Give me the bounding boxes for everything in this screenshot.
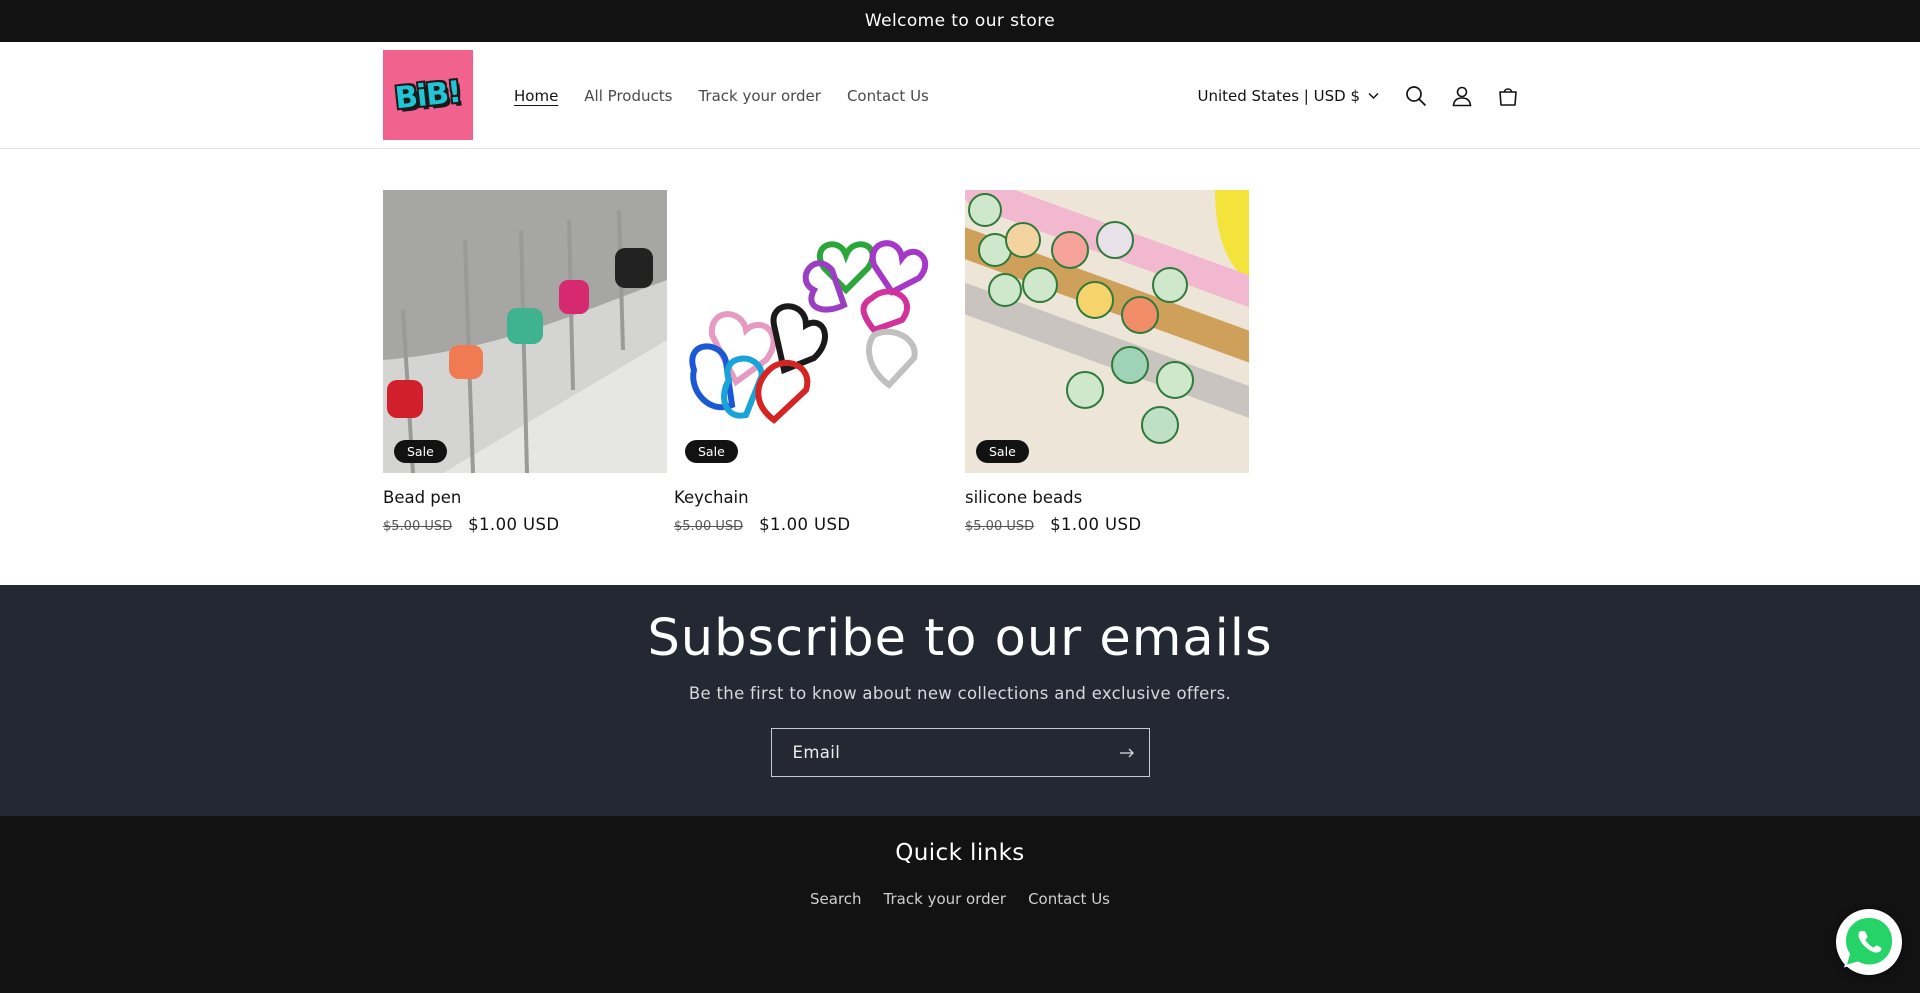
main-nav: Home All Products Track your order Conta…	[514, 42, 929, 149]
product-price: $5.00 USD $1.00 USD	[965, 515, 1249, 534]
sale-badge: Sale	[394, 440, 447, 463]
cart-icon	[1499, 87, 1517, 106]
regular-price: $5.00 USD	[965, 519, 1035, 534]
sale-price: $1.00 USD	[1050, 515, 1142, 534]
site-header: BiB! Home All Products Track your order …	[0, 42, 1920, 149]
footer-link-contact-us[interactable]: Contact Us	[1028, 890, 1110, 908]
product-card-bead-pen[interactable]: Sale Bead pen $5.00 USD $1.00 USD	[383, 190, 667, 534]
footer-title: Quick links	[895, 840, 1025, 866]
nav-contact-us[interactable]: Contact Us	[847, 87, 929, 105]
product-card-silicone-beads[interactable]: Sale silicone beads $5.00 USD $1.00 USD	[965, 190, 1249, 534]
account-button[interactable]	[1439, 73, 1485, 119]
product-price: $5.00 USD $1.00 USD	[674, 515, 958, 534]
product-grid: Sale Bead pen $5.00 USD $1.00 USD Sale K…	[383, 190, 1249, 534]
sale-price: $1.00 USD	[759, 515, 851, 534]
newsletter-section: Subscribe to our emails Be the first to …	[0, 585, 1920, 816]
subscribe-button[interactable]	[1118, 744, 1136, 762]
product-title[interactable]: silicone beads	[965, 488, 1249, 507]
keychain-photo	[674, 190, 958, 473]
store-logo[interactable]: BiB!	[383, 50, 473, 140]
chevron-down-icon	[1368, 92, 1379, 99]
nav-home[interactable]: Home	[514, 87, 558, 105]
product-title[interactable]: Keychain	[674, 488, 958, 507]
nav-track-order[interactable]: Track your order	[698, 87, 821, 105]
site-footer: Quick links Search Track your order Cont…	[0, 816, 1920, 993]
email-placeholder: Email	[792, 743, 841, 762]
email-field[interactable]: Email	[770, 728, 1150, 777]
sale-badge: Sale	[976, 440, 1029, 463]
newsletter-title: Subscribe to our emails	[647, 609, 1273, 668]
regular-price: $5.00 USD	[383, 519, 453, 534]
footer-link-track-order[interactable]: Track your order	[884, 890, 1007, 908]
currency-label: United States | USD $	[1197, 86, 1360, 105]
nav-all-products[interactable]: All Products	[584, 87, 672, 105]
product-image-silicone-beads[interactable]: Sale	[965, 190, 1249, 473]
currency-selector[interactable]: United States | USD $	[1197, 87, 1379, 105]
sale-price: $1.00 USD	[468, 515, 560, 534]
header-actions: United States | USD $	[1197, 42, 1531, 149]
whatsapp-icon	[1843, 915, 1895, 968]
product-price: $5.00 USD $1.00 USD	[383, 515, 667, 534]
footer-links: Search Track your order Contact Us	[0, 890, 1920, 908]
regular-price: $5.00 USD	[674, 519, 744, 534]
announcement-bar: Welcome to our store	[0, 0, 1920, 42]
product-title[interactable]: Bead pen	[383, 488, 667, 507]
bead-pen-photo	[383, 190, 667, 473]
cart-button[interactable]	[1485, 73, 1531, 119]
search-icon	[1406, 85, 1427, 106]
product-card-keychain[interactable]: Sale Keychain $5.00 USD $1.00 USD	[674, 190, 958, 534]
newsletter-subtitle: Be the first to know about new collectio…	[688, 684, 1232, 703]
account-icon	[1452, 86, 1472, 106]
product-image-keychain[interactable]: Sale	[674, 190, 958, 473]
logo-text: BiB!	[393, 74, 463, 116]
arrow-right-icon	[1119, 748, 1134, 757]
sale-badge: Sale	[685, 440, 738, 463]
product-image-bead-pen[interactable]: Sale	[383, 190, 667, 473]
footer-link-search[interactable]: Search	[810, 890, 862, 908]
silicone-beads-photo	[965, 190, 1249, 473]
whatsapp-chat-button[interactable]	[1836, 909, 1902, 975]
search-button[interactable]	[1393, 73, 1439, 119]
announcement-text: Welcome to our store	[864, 11, 1056, 31]
